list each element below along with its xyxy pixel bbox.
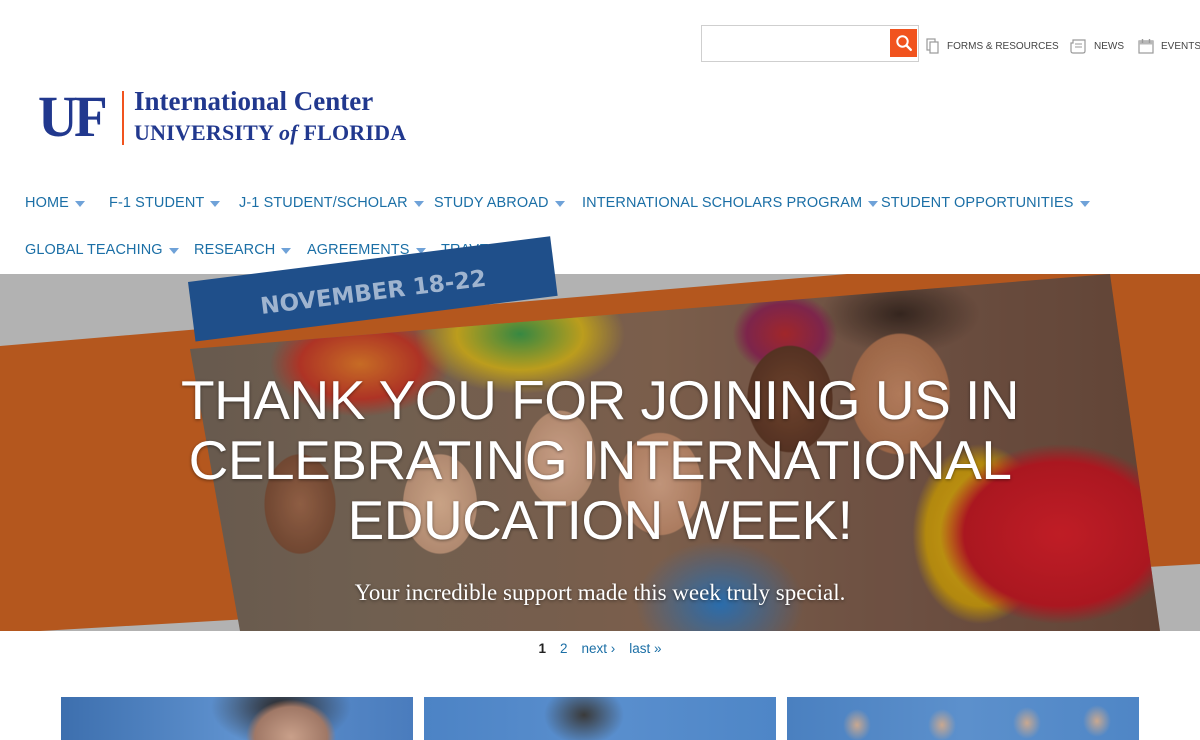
nav-home-label: HOME	[25, 195, 69, 211]
events-link[interactable]: EVENTS	[1138, 36, 1200, 56]
pager-current: 1	[538, 640, 546, 656]
nav-research[interactable]: RESEARCH	[194, 239, 292, 261]
feature-card-1-image	[61, 697, 413, 740]
caret-down-icon	[1079, 200, 1090, 207]
logo-mark: UF	[38, 84, 108, 149]
calendar-icon	[1138, 38, 1154, 54]
hero-title-line1: THANK YOU FOR JOINING US IN	[180, 369, 1020, 431]
search-button[interactable]	[890, 29, 917, 57]
forms-resources-link[interactable]: FORMS & RESOURCES	[926, 36, 1059, 56]
logo-title: International Center	[134, 86, 374, 116]
nav-student-opportunities-label: STUDENT OPPORTUNITIES	[881, 195, 1074, 211]
nav-student-opportunities[interactable]: STUDENT OPPORTUNITIES	[881, 192, 1090, 214]
nav-international-scholars-program[interactable]: INTERNATIONAL SCHOLARS PROGRAM	[582, 192, 879, 214]
caret-down-icon	[168, 247, 179, 254]
nav-f1-student[interactable]: F-1 STUDENT	[109, 192, 221, 214]
pager-next[interactable]: next ›	[581, 641, 615, 656]
search-input[interactable]	[702, 26, 888, 61]
nav-study-abroad[interactable]: STUDY ABROAD	[434, 192, 565, 214]
slide-pager: 1 2 next › last »	[0, 638, 1200, 658]
feature-card-1[interactable]	[61, 697, 413, 740]
nav-j1-student-scholar-label: J-1 STUDENT/SCHOLAR	[239, 195, 408, 211]
search-icon	[895, 35, 912, 52]
logo-divider	[122, 91, 124, 145]
caret-down-icon	[281, 247, 292, 254]
search-box	[701, 25, 919, 62]
nav-study-abroad-label: STUDY ABROAD	[434, 195, 549, 211]
nav-international-scholars-program-label: INTERNATIONAL SCHOLARS PROGRAM	[582, 195, 863, 211]
caret-down-icon	[74, 200, 85, 207]
news-link[interactable]: NEWS	[1070, 36, 1124, 56]
uf-international-center-logo[interactable]: UF International Center UNIVERSITY of FL…	[36, 86, 416, 150]
documents-icon	[926, 37, 940, 55]
nav-global-teaching[interactable]: GLOBAL TEACHING	[25, 239, 179, 261]
events-label: EVENTS	[1161, 40, 1200, 52]
caret-down-icon	[210, 200, 221, 207]
feature-card-3-image	[787, 697, 1139, 740]
forms-resources-label: FORMS & RESOURCES	[947, 40, 1059, 52]
feature-card-2[interactable]	[424, 697, 776, 740]
pager-last[interactable]: last »	[629, 641, 661, 656]
news-label: NEWS	[1094, 40, 1124, 52]
hero-subtitle: Your incredible support made this week t…	[354, 580, 846, 605]
hero-title-line2: CELEBRATING INTERNATIONAL	[188, 429, 1012, 491]
feature-card-3[interactable]	[787, 697, 1139, 740]
nav-global-teaching-label: GLOBAL TEACHING	[25, 242, 163, 258]
hero-title-line3: EDUCATION WEEK!	[347, 489, 853, 551]
nav-j1-student-scholar[interactable]: J-1 STUDENT/SCHOLAR	[239, 192, 424, 214]
logo-subtitle-italic: of	[279, 120, 298, 145]
newspaper-icon	[1070, 38, 1087, 54]
hero-title: THANK YOU FOR JOINING US IN CELEBRATING …	[140, 370, 1060, 550]
nav-f1-student-label: F-1 STUDENT	[109, 195, 205, 211]
caret-down-icon	[868, 200, 879, 207]
logo-subtitle: UNIVERSITY of FLORIDA	[134, 120, 406, 146]
pager-page-2[interactable]: 2	[560, 641, 568, 656]
logo-subtitle-part2: FLORIDA	[297, 120, 407, 145]
caret-down-icon	[554, 200, 565, 207]
caret-down-icon	[413, 200, 424, 207]
nav-research-label: RESEARCH	[194, 242, 276, 258]
nav-home[interactable]: HOME	[25, 192, 85, 214]
logo-subtitle-part1: UNIVERSITY	[134, 120, 280, 145]
feature-card-2-image	[424, 697, 776, 740]
